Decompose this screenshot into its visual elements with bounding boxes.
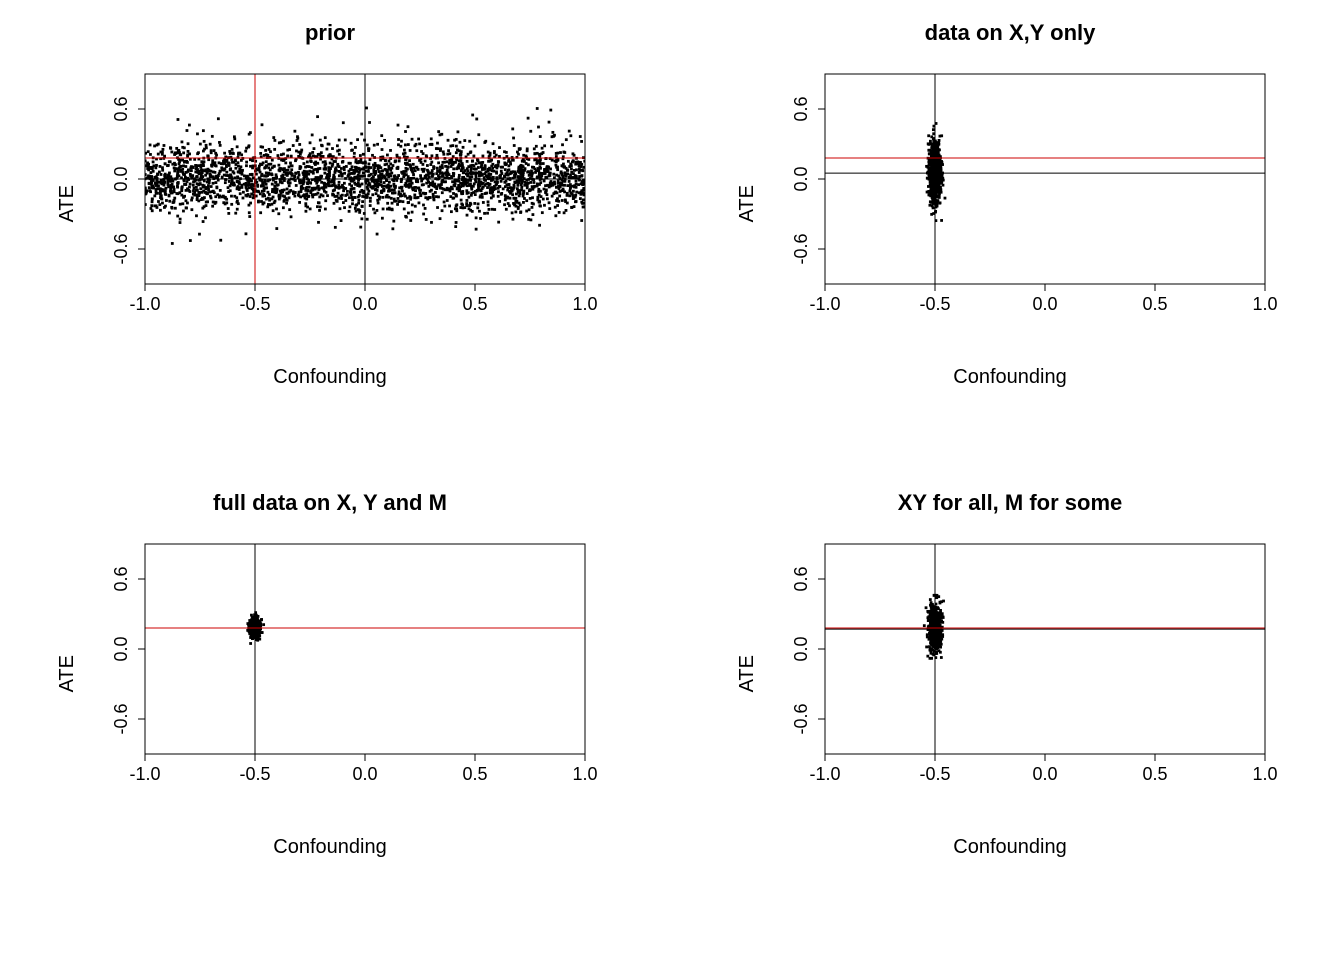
svg-text:0.5: 0.5 <box>462 764 487 784</box>
svg-text:0.0: 0.0 <box>1032 294 1057 314</box>
svg-text:-0.5: -0.5 <box>919 294 950 314</box>
svg-text:0.0: 0.0 <box>1032 764 1057 784</box>
plot-xy-only: -1.0 -0.5 0.0 0.5 1.0 -0.6 0.0 0.6 <box>765 64 1285 344</box>
ylabel: ATE <box>56 185 79 222</box>
chart-grid: prior ATE -1.0 -0.5 0.0 0.5 1.0 -0.6 0.0 0.6 Co… <box>20 20 1320 920</box>
svg-text:0.5: 0.5 <box>1142 294 1167 314</box>
svg-text:0.6: 0.6 <box>791 566 811 591</box>
panel-title: XY for all, M for some <box>898 490 1123 516</box>
svg-text:0.6: 0.6 <box>111 96 131 121</box>
plot-wrap: ATE -1.0 -0.5 0.0 0.5 1.0 -0.6 0.0 0.6 <box>736 64 1285 344</box>
svg-text:0.0: 0.0 <box>352 764 377 784</box>
ylabel: ATE <box>736 655 759 692</box>
svg-text:0.0: 0.0 <box>791 166 811 191</box>
ylabel: ATE <box>56 655 79 692</box>
svg-text:-0.6: -0.6 <box>791 703 811 734</box>
xlabel: Confounding <box>273 836 386 859</box>
panel-title: data on X,Y only <box>925 20 1096 46</box>
plot-full-xym: -1.0 -0.5 0.0 0.5 1.0 -0.6 0.0 0.6 <box>85 534 605 814</box>
xlabel: Confounding <box>273 366 386 389</box>
plot-prior: -1.0 -0.5 0.0 0.5 1.0 -0.6 0.0 0.6 <box>85 64 605 344</box>
svg-text:-0.6: -0.6 <box>791 233 811 264</box>
svg-text:1.0: 1.0 <box>572 294 597 314</box>
svg-text:1.0: 1.0 <box>1252 294 1277 314</box>
plot-xy-m-some: -1.0 -0.5 0.0 0.5 1.0 -0.6 0.0 0.6 <box>765 534 1285 814</box>
svg-text:0.5: 0.5 <box>1142 764 1167 784</box>
svg-text:-1.0: -1.0 <box>129 294 160 314</box>
svg-text:-1.0: -1.0 <box>809 764 840 784</box>
svg-text:1.0: 1.0 <box>1252 764 1277 784</box>
svg-text:0.0: 0.0 <box>791 636 811 661</box>
panel-prior: prior ATE -1.0 -0.5 0.0 0.5 1.0 -0.6 0.0 0.6 Co… <box>20 20 640 450</box>
xlabel: Confounding <box>953 836 1066 859</box>
svg-text:0.0: 0.0 <box>111 166 131 191</box>
svg-text:-1.0: -1.0 <box>809 294 840 314</box>
svg-text:-0.5: -0.5 <box>919 764 950 784</box>
panel-full-xym: full data on X, Y and M ATE -1.0 -0.5 0.0 0… <box>20 490 640 920</box>
svg-text:-0.5: -0.5 <box>239 764 270 784</box>
svg-text:-0.6: -0.6 <box>111 703 131 734</box>
svg-text:0.6: 0.6 <box>111 566 131 591</box>
panel-xy-m-some: XY for all, M for some ATE -1.0 -0.5 0.0 0.… <box>700 490 1320 920</box>
svg-text:-0.6: -0.6 <box>111 233 131 264</box>
svg-text:0.0: 0.0 <box>352 294 377 314</box>
xlabel: Confounding <box>953 366 1066 389</box>
plot-wrap: ATE -1.0 -0.5 0.0 0.5 1.0 -0.6 0.0 0.6 <box>736 534 1285 814</box>
svg-text:1.0: 1.0 <box>572 764 597 784</box>
plot-wrap: ATE -1.0 -0.5 0.0 0.5 1.0 -0.6 0.0 0.6 <box>56 64 605 344</box>
svg-text:-1.0: -1.0 <box>129 764 160 784</box>
plot-wrap: ATE -1.0 -0.5 0.0 0.5 1.0 -0.6 0.0 0.6 <box>56 534 605 814</box>
svg-text:0.5: 0.5 <box>462 294 487 314</box>
panel-title: full data on X, Y and M <box>213 490 447 516</box>
ylabel: ATE <box>736 185 759 222</box>
panel-title: prior <box>305 20 355 46</box>
panel-xy-only: data on X,Y only ATE -1.0 -0.5 0.0 0.5 1.0 -0… <box>700 20 1320 450</box>
svg-text:0.6: 0.6 <box>791 96 811 121</box>
svg-text:-0.5: -0.5 <box>239 294 270 314</box>
svg-text:0.0: 0.0 <box>111 636 131 661</box>
